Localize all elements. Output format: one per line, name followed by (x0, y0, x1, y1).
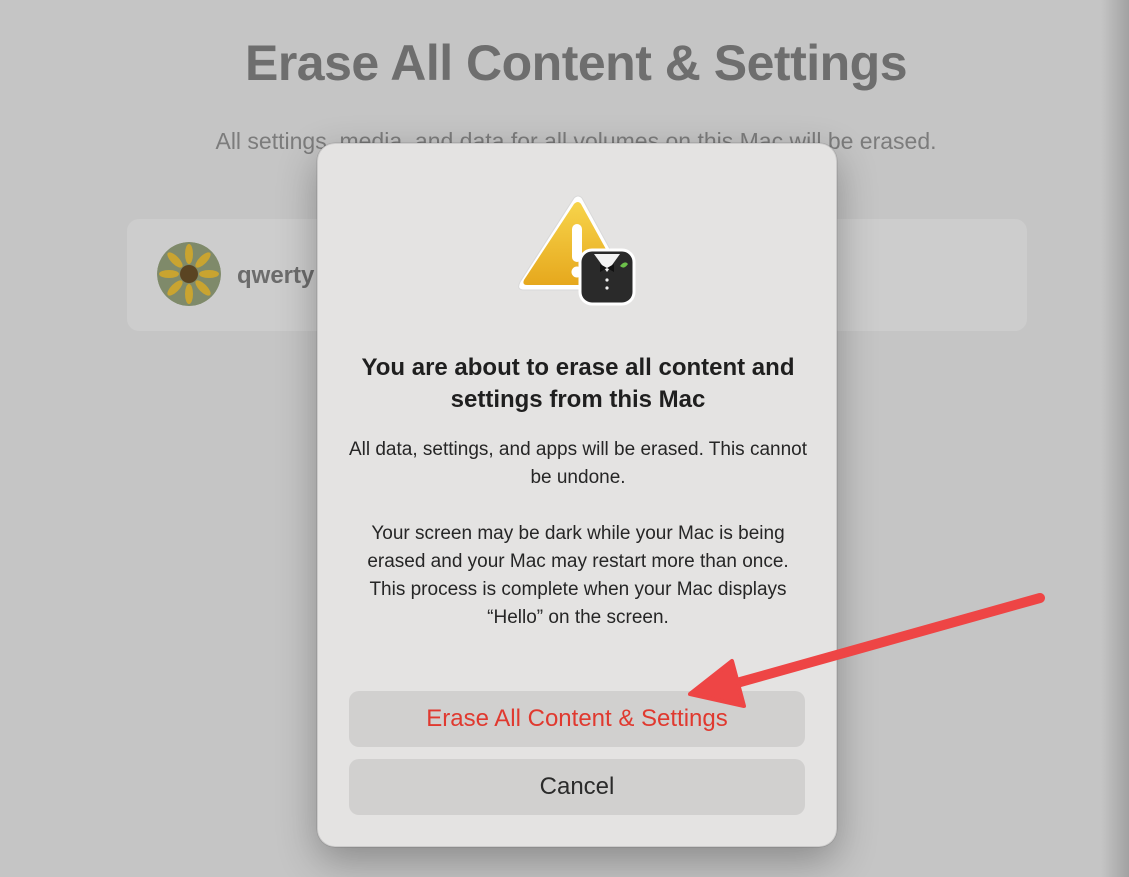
sunflower-avatar-icon (157, 242, 221, 306)
user-name: qwerty (237, 262, 315, 289)
page-title: Erase All Content & Settings (244, 35, 908, 91)
erase-confirmation-dialog: You are about to erase all content and s… (317, 143, 837, 847)
dialog-message-paragraph-1: All data, settings, and apps will be era… (348, 439, 808, 488)
cancel-button[interactable]: Cancel (349, 759, 805, 815)
dialog-message-paragraph-2: Your screen may be dark while your Mac i… (367, 523, 789, 628)
erase-all-content-button[interactable]: Erase All Content & Settings (349, 691, 805, 747)
dialog-heading: You are about to erase all content and s… (361, 354, 795, 413)
dialog-message: All data, settings, and apps will be era… (348, 436, 808, 632)
warning-tuxedo-icon (514, 192, 640, 312)
